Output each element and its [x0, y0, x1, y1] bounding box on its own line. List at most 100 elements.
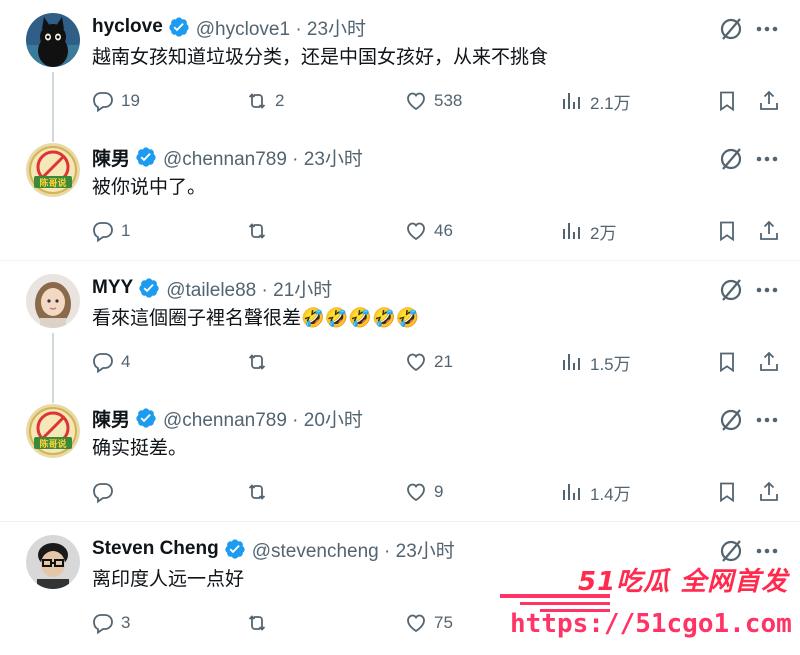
avatar[interactable]: 陈哥说: [26, 404, 80, 458]
reply-button[interactable]: 19: [91, 86, 140, 116]
bookmark-icon: [720, 482, 734, 503]
like-button[interactable]: 21: [404, 347, 453, 377]
retweet-icon: [248, 223, 266, 239]
handle-and-time[interactable]: @chennan789 · 20小时: [163, 405, 363, 432]
tweet-header: Steven Cheng @stevencheng · 23小时: [92, 535, 455, 563]
like-button[interactable]: 538: [404, 86, 462, 116]
avatar[interactable]: 陈哥说: [26, 143, 80, 197]
grok-icon[interactable]: [718, 16, 744, 42]
verified-badge-icon: [139, 278, 159, 298]
display-name[interactable]: Steven Cheng: [92, 538, 219, 560]
tweet-header: 陳男 @chennan789 · 23小时: [92, 143, 363, 171]
heart-icon: [407, 222, 425, 241]
tweet-header: hyclove @hyclove1 · 23小时: [92, 13, 366, 41]
thread-group-1: hyclove @hyclove1 · 23小时 越南女孩知道垃圾分类，还是中国…: [0, 0, 800, 260]
grok-icon[interactable]: [718, 277, 744, 303]
avatar-badge-text: 陈哥说: [39, 177, 66, 189]
like-count: 9: [434, 482, 444, 501]
retweet-button[interactable]: [245, 216, 275, 246]
bookmark-button[interactable]: [715, 477, 739, 507]
analytics-icon: [563, 223, 580, 239]
more-options-icon[interactable]: [754, 279, 780, 301]
tweet[interactable]: 陈哥说 陳男 @chennan789 · 23小时 被你说中了。 1 46 2万: [0, 130, 800, 260]
handle-and-time[interactable]: @stevencheng · 23小时: [252, 536, 455, 563]
verified-badge-icon: [169, 17, 189, 37]
heart-icon: [407, 353, 425, 372]
heart-icon: [407, 483, 425, 502]
handle-and-time[interactable]: @tailele88 · 21小时: [166, 275, 332, 302]
tweet-text: 越南女孩知道垃圾分类，还是中国女孩好，从来不挑食: [92, 47, 549, 68]
reply-icon: [93, 353, 113, 374]
action-bar: 9 1.4万: [0, 477, 800, 507]
grok-icon[interactable]: [718, 407, 744, 433]
view-count: 2.1万: [590, 93, 631, 113]
retweet-icon: [248, 615, 266, 631]
retweet-button[interactable]: [245, 477, 275, 507]
more-options-icon[interactable]: [754, 540, 780, 562]
retweet-button[interactable]: [245, 608, 275, 638]
tweet-text: 离印度人远一点好: [92, 569, 245, 590]
display-name[interactable]: 陳男: [92, 405, 130, 432]
share-icon: [760, 481, 778, 501]
reply-icon: [93, 614, 113, 635]
view-count: 2万: [590, 223, 617, 243]
tweet[interactable]: 陈哥说 陳男 @chennan789 · 20小时 确实挺差。 9 1.4万: [0, 391, 800, 521]
more-options-icon[interactable]: [754, 18, 780, 40]
share-icon: [760, 220, 778, 240]
share-button[interactable]: [757, 216, 781, 246]
more-options-icon[interactable]: [754, 409, 780, 431]
share-button[interactable]: [757, 86, 781, 116]
share-button[interactable]: [757, 477, 781, 507]
retweet-icon: [248, 354, 266, 370]
retweet-button[interactable]: 2: [245, 86, 284, 116]
reply-count: 4: [121, 352, 131, 371]
reply-icon: [93, 92, 113, 113]
views-button[interactable]: 1.5万: [560, 347, 631, 377]
share-icon: [760, 351, 778, 371]
watermark-url: https://51cgo1.com: [510, 609, 792, 639]
action-bar: 1 46 2万: [0, 216, 800, 246]
heart-icon: [407, 92, 425, 111]
bookmark-button[interactable]: [715, 347, 739, 377]
grok-icon[interactable]: [718, 146, 744, 172]
like-button[interactable]: 46: [404, 216, 453, 246]
handle-and-time[interactable]: @chennan789 · 23小时: [163, 144, 363, 171]
bookmark-icon: [720, 91, 734, 112]
tweet-header: MYY @tailele88 · 21小时: [92, 274, 332, 302]
conversation-thread: hyclove @hyclove1 · 23小时 越南女孩知道垃圾分类，还是中国…: [0, 0, 800, 652]
avatar[interactable]: [26, 274, 80, 328]
heart-icon: [407, 614, 425, 633]
views-button[interactable]: 2万: [560, 216, 616, 246]
reply-button[interactable]: [91, 477, 121, 507]
action-bar: 4 21 1.5万: [0, 347, 800, 377]
bookmark-button[interactable]: [715, 86, 739, 116]
reply-button[interactable]: 1: [91, 216, 130, 246]
reply-button[interactable]: 3: [91, 608, 130, 638]
tweet[interactable]: hyclove @hyclove1 · 23小时 越南女孩知道垃圾分类，还是中国…: [0, 0, 800, 142]
display-name[interactable]: MYY: [92, 277, 133, 299]
verified-badge-icon: [225, 539, 245, 559]
view-count: 1.4万: [590, 484, 631, 504]
bookmark-button[interactable]: [715, 216, 739, 246]
handle-and-time[interactable]: @hyclove1 · 23小时: [196, 14, 366, 41]
avatar[interactable]: [26, 13, 80, 67]
share-button[interactable]: [757, 347, 781, 377]
views-button[interactable]: 2.1万: [560, 86, 631, 116]
more-options-icon[interactable]: [754, 148, 780, 170]
share-icon: [760, 90, 778, 110]
like-button[interactable]: 75: [404, 608, 453, 638]
like-button[interactable]: 9: [404, 477, 443, 507]
display-name[interactable]: hyclove: [92, 16, 163, 38]
bookmark-icon: [720, 221, 734, 242]
reply-button[interactable]: 4: [91, 347, 130, 377]
avatar[interactable]: [26, 535, 80, 589]
like-count: 21: [434, 352, 453, 371]
display-name[interactable]: 陳男: [92, 144, 130, 171]
thread-group-2: MYY @tailele88 · 21小时 看來這個圈子裡名聲很差🤣🤣🤣🤣🤣 4: [0, 261, 800, 521]
reply-icon: [93, 483, 113, 504]
verified-badge-icon: [136, 147, 156, 167]
analytics-icon: [563, 354, 580, 370]
views-button[interactable]: 1.4万: [560, 477, 631, 507]
retweet-button[interactable]: [245, 347, 275, 377]
tweet[interactable]: MYY @tailele88 · 21小时 看來這個圈子裡名聲很差🤣🤣🤣🤣🤣 4: [0, 261, 800, 403]
